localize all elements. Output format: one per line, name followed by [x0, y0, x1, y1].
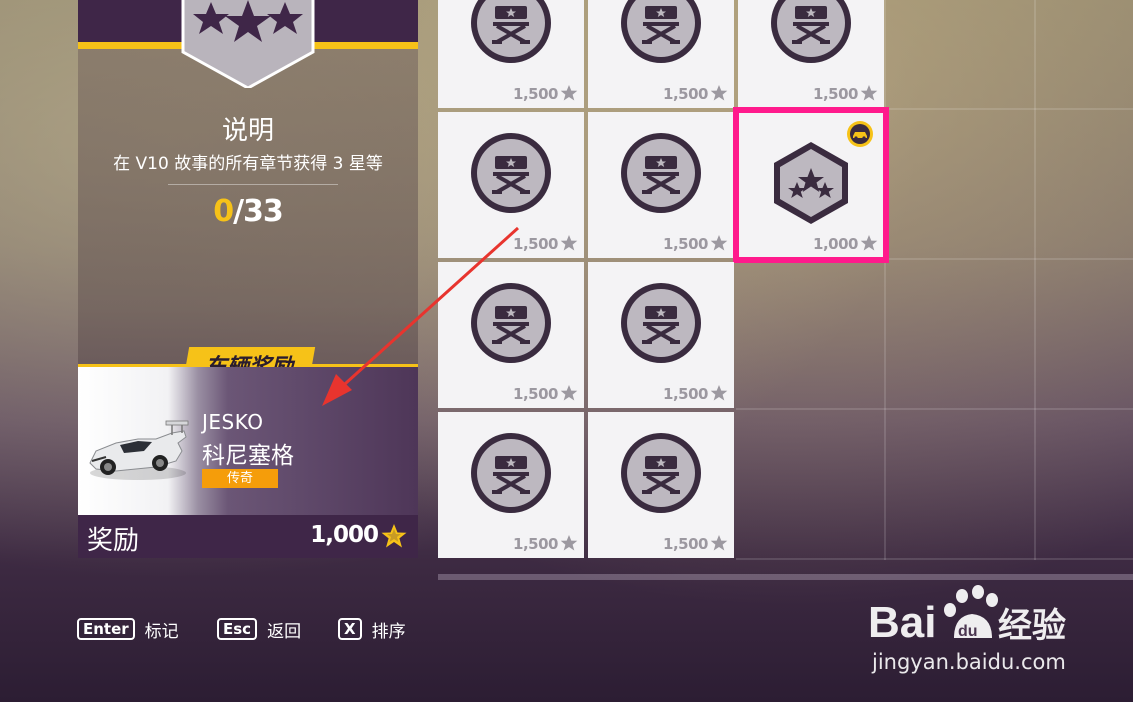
star-icon — [560, 385, 578, 401]
achievement-tile[interactable]: 1,500 — [588, 412, 734, 558]
car-reward-icon — [847, 121, 873, 147]
tile-cost: 1,000 — [813, 235, 858, 253]
enter-label: 标记 — [144, 621, 179, 642]
car-model-name: JESKO — [202, 410, 264, 434]
scroll-track — [438, 574, 1133, 580]
star-icon — [860, 85, 878, 101]
star-icon — [710, 535, 728, 551]
progress-current: 0 — [213, 194, 234, 229]
tile-cost: 1,500 — [513, 535, 558, 553]
achievement-tile[interactable]: 1,500 — [438, 0, 584, 108]
achievement-tile[interactable]: 1,500 — [588, 0, 734, 108]
progress-total: /33 — [233, 194, 284, 229]
star-icon — [560, 535, 578, 551]
achievement-badge-icon — [181, 0, 315, 88]
tile-cost: 1,500 — [663, 85, 708, 103]
reward-label: 奖励 — [87, 526, 140, 556]
director-chair-badge-icon — [771, 0, 851, 63]
achievement-tile-selected[interactable]: 1,000 — [733, 107, 889, 263]
hint-esc[interactable]: Esc 返回 — [217, 617, 302, 642]
three-star-hexagon-icon — [774, 142, 848, 224]
director-chair-badge-icon — [471, 133, 551, 213]
x-key[interactable]: X — [338, 618, 362, 640]
star-icon — [710, 385, 728, 401]
svg-text:经验: 经验 — [998, 606, 1066, 646]
description-text: 在 V10 故事的所有章节获得 3 星等 — [113, 154, 383, 174]
watermark-url: jingyan.baidu.com — [872, 650, 1066, 674]
enter-key[interactable]: Enter — [77, 618, 135, 640]
star-icon — [560, 235, 578, 251]
reward-amount: 1,000 — [310, 522, 379, 548]
star-icon — [710, 85, 728, 101]
esc-key[interactable]: Esc — [217, 618, 258, 640]
achievement-tile[interactable]: 1,500 — [588, 262, 734, 408]
hint-enter[interactable]: Enter 标记 — [77, 617, 179, 642]
car-brand-name: 科尼塞格 — [202, 443, 294, 469]
achievement-tile[interactable]: 1,500 — [438, 412, 584, 558]
x-label: 排序 — [371, 621, 406, 642]
director-chair-badge-icon — [471, 433, 551, 513]
tile-cost: 1,500 — [663, 235, 708, 253]
star-icon — [860, 235, 878, 251]
tile-cost: 1,500 — [663, 535, 708, 553]
description-title: 说明 — [221, 116, 274, 146]
svg-text:du: du — [958, 623, 978, 640]
divider — [168, 184, 338, 185]
achievement-tile[interactable]: 1,500 — [738, 0, 884, 108]
star-icon — [381, 524, 407, 548]
director-chair-badge-icon — [621, 133, 701, 213]
achievement-tile[interactable]: 1,500 — [588, 112, 734, 258]
star-icon — [560, 85, 578, 101]
svg-text:Bai: Bai — [868, 598, 936, 647]
director-chair-badge-icon — [621, 283, 701, 363]
hint-sort[interactable]: X 排序 — [338, 617, 406, 642]
director-chair-badge-icon — [621, 433, 701, 513]
director-chair-badge-icon — [471, 0, 551, 63]
car-image — [89, 420, 189, 480]
tile-cost: 1,500 — [513, 85, 558, 103]
director-chair-badge-icon — [621, 0, 701, 63]
esc-label: 返回 — [267, 621, 302, 642]
star-icon — [710, 235, 728, 251]
tile-cost: 1,500 — [813, 85, 858, 103]
annotation-arrow-icon — [322, 226, 520, 406]
rarity-badge: 传奇 — [202, 469, 278, 488]
tile-cost: 1,500 — [663, 385, 708, 403]
